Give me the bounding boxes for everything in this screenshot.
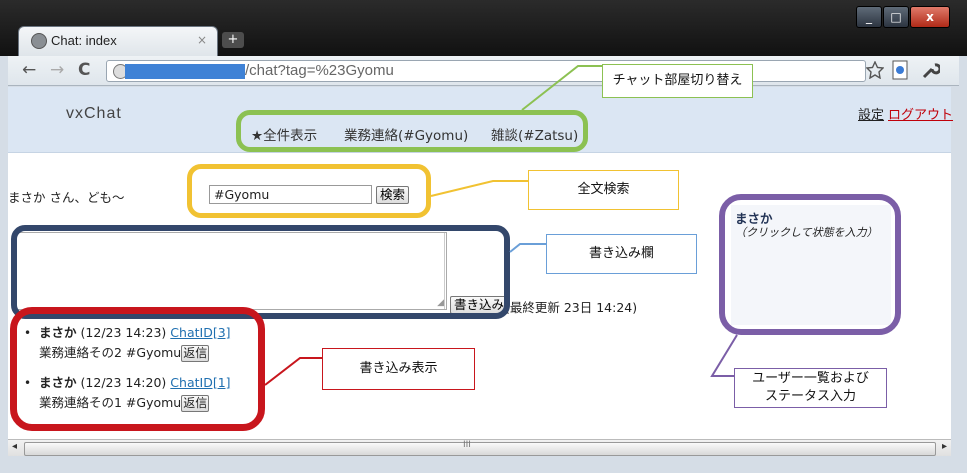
callout-user-list: ユーザー一覧およびステータス入力 <box>734 368 887 408</box>
callout-search: 全文検索 <box>528 170 679 210</box>
callout-room-switch: チャット部屋切り替え <box>602 64 753 98</box>
callout-posts: 書き込み表示 <box>322 348 475 390</box>
callout-input: 書き込み欄 <box>546 234 697 274</box>
